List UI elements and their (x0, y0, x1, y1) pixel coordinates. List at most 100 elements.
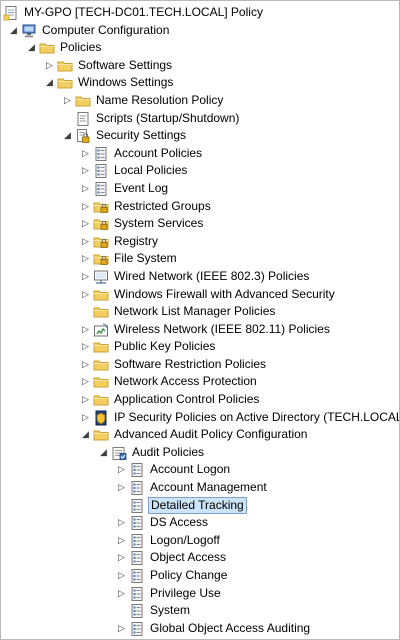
tree-node-account-management[interactable]: ▷ Account Management (1, 479, 399, 497)
tree-node-scripts-startup-shutdown[interactable]: Scripts (Startup/Shutdown) (1, 110, 399, 128)
tree-node-label: Windows Firewall with Advanced Security (114, 286, 335, 301)
tree-node-account-policies[interactable]: ▷ Account Policies (1, 145, 399, 163)
tree-node-label: System Services (114, 216, 204, 231)
expand-arrow-collapsed-icon[interactable]: ▷ (117, 535, 126, 545)
policy-list-icon (129, 498, 145, 513)
expand-arrow-collapsed-icon[interactable]: ▷ (117, 553, 126, 562)
tree-node-label: File System (114, 251, 177, 266)
folder-icon (57, 58, 73, 73)
expand-arrow-collapsed-icon[interactable]: ▷ (81, 148, 90, 158)
tree-node-system[interactable]: System (1, 602, 399, 620)
expand-arrow-collapsed-icon[interactable]: ▷ (117, 465, 126, 474)
tree-node-label-selected: Detailed Tracking (148, 496, 247, 514)
expand-arrow-collapsed-icon[interactable]: ▷ (81, 342, 90, 351)
tree-node-network-access-protection[interactable]: ▷ Network Access Protection (1, 373, 399, 391)
lock-folder-icon (93, 234, 109, 249)
tree-node-application-control-policies[interactable]: ▷ Application Control Policies (1, 391, 399, 409)
expand-arrow-expanded-icon[interactable]: ◢ (45, 78, 54, 87)
lock-folder-icon (93, 251, 109, 266)
tree-node-windows-settings[interactable]: ◢ Windows Settings (1, 74, 399, 92)
tree-node-name-resolution-policy[interactable]: ▷ Name Resolution Policy (1, 92, 399, 110)
expand-arrow-collapsed-icon[interactable]: ▷ (45, 60, 54, 70)
tree-node-privilege-use[interactable]: ▷ Privilege Use (1, 585, 399, 603)
expand-arrow-collapsed-icon[interactable]: ▷ (81, 166, 90, 175)
tree-node-label: Software Restriction Policies (114, 356, 267, 371)
expand-arrow-collapsed-icon[interactable]: ▷ (63, 95, 72, 105)
tree-node-my-gpo-tech-dc01-tech-local-policy[interactable]: MY-GPO [TECH-DC01.TECH.LOCAL] Policy (1, 4, 399, 22)
tree-node-account-logon[interactable]: ▷ Account Logon (1, 461, 399, 479)
expand-arrow-collapsed-icon[interactable]: ▷ (81, 412, 90, 422)
policy-tree: MY-GPO [TECH-DC01.TECH.LOCAL] Policy ◢ Com… (1, 4, 399, 637)
expand-arrow-collapsed-icon[interactable]: ▷ (81, 183, 90, 193)
tree-node-label: Name Resolution Policy (96, 92, 224, 107)
tree-node-label: Wireless Network (IEEE 802.11) Policies (114, 321, 330, 336)
tree-node-public-key-policies[interactable]: ▷ Public Key Policies (1, 338, 399, 356)
expand-arrow-collapsed-icon[interactable]: ▷ (81, 236, 90, 246)
folder-icon (93, 392, 109, 407)
tree-node-label: Windows Settings (78, 75, 174, 90)
tree-node-label: Privilege Use (150, 585, 221, 600)
tree-node-label: DS Access (150, 515, 209, 530)
policy-list-icon (129, 480, 145, 496)
lock-folder-icon (93, 199, 109, 214)
tree-node-local-policies[interactable]: ▷ Local Policies (1, 162, 399, 180)
tree-node-computer-configuration[interactable]: ◢ Computer Configuration (1, 22, 399, 40)
expand-arrow-collapsed-icon[interactable]: ▷ (81, 377, 90, 386)
tree-node-detailed-tracking[interactable]: Detailed Tracking (1, 496, 399, 515)
expand-arrow-collapsed-icon[interactable]: ▷ (117, 588, 126, 598)
tree-node-software-settings[interactable]: ▷ Software Settings (1, 57, 399, 75)
security-icon (75, 128, 91, 144)
tree-node-label: Security Settings (96, 128, 187, 143)
tree-node-event-log[interactable]: ▷ Event Log (1, 180, 399, 198)
policy-list-icon (129, 550, 145, 566)
tree-node-ds-access[interactable]: ▷ DS Access (1, 514, 399, 532)
expand-arrow-expanded-icon[interactable]: ◢ (99, 447, 108, 457)
tree-node-object-access[interactable]: ▷ Object Access (1, 549, 399, 567)
policy-list-icon (93, 181, 109, 196)
expand-arrow-collapsed-icon[interactable]: ▷ (81, 219, 90, 228)
expand-arrow-collapsed-icon[interactable]: ▷ (81, 271, 90, 281)
tree-node-label: Network List Manager Policies (114, 304, 276, 319)
expand-arrow-collapsed-icon[interactable]: ▷ (81, 289, 90, 299)
tree-node-registry[interactable]: ▷ Registry (1, 233, 399, 251)
expand-arrow-expanded-icon[interactable]: ◢ (63, 131, 72, 140)
tree-node-policies[interactable]: ◢ Policies (1, 39, 399, 57)
expand-arrow-expanded-icon[interactable]: ◢ (81, 430, 90, 439)
tree-node-file-system[interactable]: ▷ File System (1, 250, 399, 268)
expand-arrow-collapsed-icon[interactable]: ▷ (117, 623, 126, 633)
policy-list-icon (129, 603, 145, 619)
tree-node-software-restriction-policies[interactable]: ▷ Software Restriction Policies (1, 356, 399, 374)
tree-node-policy-change[interactable]: ▷ Policy Change (1, 567, 399, 585)
folder-icon (93, 287, 109, 302)
expand-arrow-collapsed-icon[interactable]: ▷ (81, 359, 90, 369)
policy-list-icon (129, 568, 145, 583)
expand-arrow-collapsed-icon[interactable]: ▷ (81, 254, 90, 263)
expand-arrow-collapsed-icon[interactable]: ▷ (117, 483, 126, 492)
tree-node-wireless-network-ieee-802-11-policies[interactable]: ▷ Wireless Network (IEEE 802.11) Policies (1, 321, 399, 339)
tree-node-system-services[interactable]: ▷ System Services (1, 215, 399, 233)
tree-node-label: Restricted Groups (114, 198, 211, 213)
tree-node-security-settings[interactable]: ◢ Security Settings (1, 127, 399, 145)
expand-arrow-expanded-icon[interactable]: ◢ (9, 25, 18, 35)
expand-arrow-expanded-icon[interactable]: ◢ (27, 43, 36, 52)
tree-node-label: Account Policies (114, 145, 203, 160)
tree-node-logon-logoff[interactable]: ▷ Logon/Logoff (1, 532, 399, 550)
tree-node-label: Public Key Policies (114, 339, 216, 354)
tree-node-ip-security-policies-on-active-directory-tech-local[interactable]: ▷ IP Security Policies on Active Director… (1, 409, 399, 427)
tree-node-restricted-groups[interactable]: ▷ Restricted Groups (1, 198, 399, 216)
expand-arrow-collapsed-icon[interactable]: ▷ (81, 324, 90, 334)
wireless-network-icon (93, 322, 109, 337)
expand-arrow-collapsed-icon[interactable]: ▷ (117, 571, 126, 580)
tree-node-wired-network-ieee-802-3-policies[interactable]: ▷ Wired Network (IEEE 802.3) Policies (1, 268, 399, 286)
audit-icon (111, 445, 127, 460)
wired-network-icon (93, 269, 109, 284)
tree-node-global-object-access-auditing[interactable]: ▷ Global Object Access Auditing (1, 620, 399, 638)
tree-node-advanced-audit-policy-configuration[interactable]: ◢ Advanced Audit Policy Configuration (1, 426, 399, 444)
expand-arrow-collapsed-icon[interactable]: ▷ (81, 201, 90, 211)
tree-node-label: Object Access (150, 550, 227, 565)
tree-node-audit-policies[interactable]: ◢ Audit Policies (1, 444, 399, 462)
expand-arrow-collapsed-icon[interactable]: ▷ (117, 518, 126, 527)
expand-arrow-collapsed-icon[interactable]: ▷ (81, 395, 90, 404)
tree-node-network-list-manager-policies[interactable]: Network List Manager Policies (1, 303, 399, 321)
tree-node-windows-firewall-with-advanced-security[interactable]: ▷ Windows Firewall with Advanced Security (1, 286, 399, 304)
